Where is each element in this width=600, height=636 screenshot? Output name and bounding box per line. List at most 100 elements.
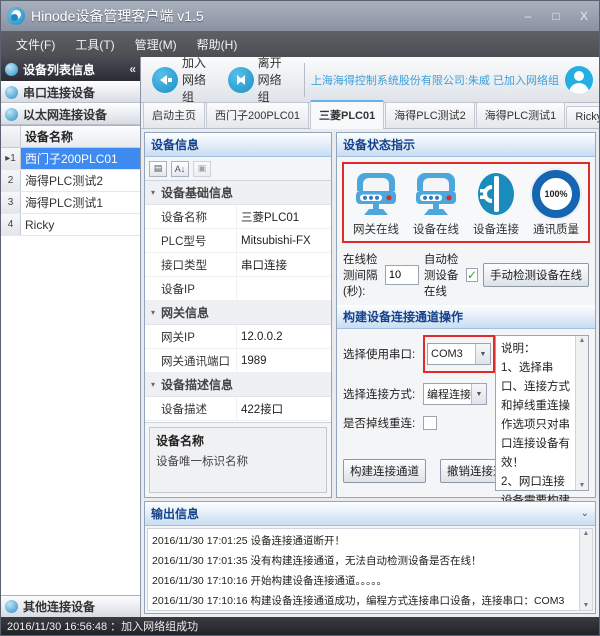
property-row[interactable]: 网关通讯端口1989 — [145, 349, 331, 373]
property-row[interactable]: 接口类型串口连接 — [145, 253, 331, 277]
log-scrollbar[interactable]: ▲ ▼ — [579, 529, 592, 610]
device-name-cell[interactable]: 海得PLC测试1 — [21, 192, 140, 213]
window-title: Hinode设备管理客户端 v1.5 — [31, 6, 204, 26]
property-grid-toolbar: ▤ A↓ ▣ — [145, 157, 331, 181]
menu-file[interactable]: 文件(F) — [7, 33, 64, 56]
category-row[interactable]: ▾网关信息 — [145, 301, 331, 325]
note-scrollbar[interactable]: ▲ ▼ — [575, 336, 588, 490]
property-value[interactable]: 422接口 — [237, 397, 331, 420]
auto-check-label: 自动检测设备在线 — [424, 251, 461, 299]
device-name-cell[interactable]: Ricky — [21, 214, 140, 235]
device-info-panel: 设备信息 ▤ A↓ ▣ ▾设备基础信息 设备名称三菱PLC01 PLC型号Mit… — [144, 132, 332, 498]
join-network-button[interactable]: 加入网络组 — [147, 49, 223, 110]
manual-check-button[interactable]: 手动检测设备在线 — [483, 263, 589, 287]
tab-mitsubishi-plc[interactable]: 三菱PLC01 — [310, 100, 384, 129]
close-button[interactable]: X — [575, 9, 593, 23]
other-device-icon — [5, 600, 18, 613]
build-channel-button[interactable]: 构建连接通道 — [343, 459, 426, 483]
device-list-icon — [5, 63, 18, 76]
leave-network-button[interactable]: 离开网络组 — [223, 49, 299, 110]
category-row[interactable]: ▾设备基础信息 — [145, 181, 331, 205]
main-toolbar: 加入网络组 离开网络组 上海海得控制系统股份有限公司:朱威 已加入网络组 — [141, 57, 599, 103]
property-row[interactable]: 设备IP — [145, 277, 331, 301]
categorized-view-icon[interactable]: ▤ — [149, 161, 167, 177]
device-name-cell[interactable]: 西门子200PLC01 — [21, 148, 140, 169]
user-avatar-icon[interactable] — [565, 66, 593, 94]
serial-port-label: 选择使用串口: — [343, 346, 423, 362]
property-row[interactable]: PLC型号Mitsubishi-FX — [145, 229, 331, 253]
scroll-down-icon[interactable]: ▼ — [579, 482, 586, 489]
row-number: ▸1 — [1, 148, 21, 169]
maximize-button[interactable]: □ — [547, 9, 565, 23]
chevron-down-icon[interactable]: ▼ — [475, 344, 490, 364]
table-row[interactable]: 2 海得PLC测试2 — [1, 170, 140, 192]
auto-check-checkbox[interactable]: ✓ — [466, 268, 478, 282]
join-network-label: 加入网络组 — [182, 54, 214, 105]
comm-quality-value: 100% — [544, 189, 567, 199]
output-panel-title: 输出信息 — [151, 505, 199, 522]
device-online-icon — [412, 170, 460, 218]
sidebar-item-serial-devices[interactable]: 串口连接设备 — [1, 81, 140, 103]
property-label: 设备名称 — [145, 205, 237, 228]
row-number: 3 — [1, 192, 21, 213]
description-title: 设备名称 — [156, 432, 320, 449]
property-label: 网关通讯端口 — [145, 349, 237, 372]
log-line: 2016/11/30 17:10:16 构建设备连接通道成功，编程方式连接串口设… — [152, 591, 575, 610]
sidebar-item-other-devices[interactable]: 其他连接设备 — [1, 595, 140, 617]
minimize-button[interactable]: – — [519, 9, 537, 23]
row-number: 2 — [1, 170, 21, 191]
tab-start-page[interactable]: 启动主页 — [143, 102, 205, 128]
device-name-cell[interactable]: 海得PLC测试2 — [21, 170, 140, 191]
scroll-down-icon[interactable]: ▼ — [583, 602, 590, 609]
property-value[interactable]: Mitsubishi-FX — [237, 229, 331, 252]
comm-quality-icon: 100% — [532, 170, 580, 218]
collapse-chevron-icon[interactable]: ⌄ — [581, 508, 589, 519]
scroll-up-icon[interactable]: ▲ — [583, 530, 590, 537]
scroll-up-icon[interactable]: ▲ — [579, 337, 586, 344]
alphabetical-sort-icon[interactable]: A↓ — [171, 161, 189, 177]
table-row[interactable]: ▸1 西门子200PLC01 — [1, 148, 140, 170]
tab-hite-test1[interactable]: 海得PLC测试1 — [476, 102, 566, 128]
serial-device-icon — [5, 86, 18, 99]
table-row[interactable]: 3 海得PLC测试1 — [1, 192, 140, 214]
window-controls: – □ X — [519, 9, 593, 23]
document-tabstrip: 启动主页 西门子200PLC01 三菱PLC01 海得PLC测试2 海得PLC测… — [141, 103, 599, 129]
property-value[interactable] — [237, 277, 331, 300]
property-pages-icon[interactable]: ▣ — [193, 161, 211, 177]
serial-port-dropdown[interactable]: COM3 ▼ — [427, 343, 491, 365]
property-row[interactable]: 设备名称三菱PLC01 — [145, 205, 331, 229]
property-description-box: 设备名称 设备唯一标识名称 — [149, 427, 327, 493]
tab-ricky[interactable]: Ricky — [566, 106, 600, 128]
category-row[interactable]: ▾设备描述信息 — [145, 373, 331, 397]
property-row[interactable]: 网关IP12.0.0.2 — [145, 325, 331, 349]
property-value[interactable]: 串口连接 — [237, 253, 331, 276]
sidebar-item-ethernet-devices[interactable]: 以太网连接设备 — [1, 103, 140, 125]
device-name-column-header[interactable]: 设备名称 — [21, 126, 140, 147]
sidebar-header: 设备列表信息 « — [1, 57, 140, 81]
tab-hite-test2[interactable]: 海得PLC测试2 — [385, 102, 475, 128]
connect-mode-dropdown[interactable]: 编程连接 ▼ — [423, 383, 487, 405]
interval-input[interactable] — [385, 265, 419, 285]
category-label: 网关信息 — [161, 304, 209, 321]
property-value[interactable]: 三菱PLC01 — [237, 205, 331, 228]
device-connect-icon — [472, 170, 520, 218]
device-info-header: 设备信息 — [145, 133, 331, 157]
property-value[interactable]: 1989 — [237, 349, 331, 372]
sidebar-collapse-icon[interactable]: « — [129, 62, 136, 76]
menu-tools[interactable]: 工具(T) — [66, 33, 123, 56]
app-window: Hinode设备管理客户端 v1.5 – □ X 文件(F) 工具(T) 管理(… — [0, 0, 600, 636]
ethernet-group-label: 以太网连接设备 — [23, 106, 107, 123]
table-row[interactable]: 4 Ricky — [1, 214, 140, 236]
tab-siemens-plc[interactable]: 西门子200PLC01 — [206, 102, 309, 128]
property-row[interactable]: 设备描述422接口 — [145, 397, 331, 421]
sidebar-header-label: 设备列表信息 — [23, 61, 95, 78]
menu-bar: 文件(F) 工具(T) 管理(M) 帮助(H) — [1, 31, 599, 57]
reconnect-checkbox[interactable] — [423, 416, 437, 430]
row-num: 1 — [10, 153, 16, 164]
chevron-down-icon[interactable]: ▼ — [471, 384, 486, 404]
status-bar: 2016/11/30 16:56:48 ：加入网络组成功 — [1, 617, 599, 635]
gateway-online-label: 网关在线 — [353, 221, 399, 237]
collapse-triangle-icon: ▾ — [145, 308, 161, 317]
property-value[interactable]: 12.0.0.2 — [237, 325, 331, 348]
log-line: 2016/11/30 17:01:35 没有构建连接通道，无法自动检测设备是否在… — [152, 551, 575, 571]
